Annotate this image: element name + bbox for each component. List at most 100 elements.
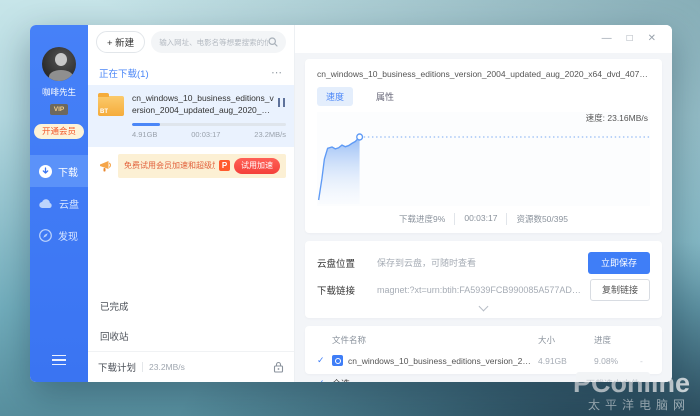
tab-properties[interactable]: 属性 (367, 87, 403, 106)
file-table-footer: ✓ 全选 下载选中文件 (317, 369, 650, 382)
download-progress-bar (132, 123, 286, 126)
magnet-link-value: magnet:?xt=urn:btih:FA5939FCB990085A577A… (377, 285, 582, 295)
sidebar-item-cloud-drive[interactable]: 云盘 (30, 187, 88, 219)
download-task-stats: 4.91GB 00:03:17 23.2MB/s (132, 130, 286, 139)
file-list-card: 文件名称 大小 进度 ✓ cn_windows_10_business_edit… (305, 326, 662, 374)
try-acceleration-button[interactable]: 试用加速 (234, 158, 280, 174)
download-link-label: 下载链接 (317, 283, 369, 297)
file-name-text: cn_windows_10_business_editions_version_… (348, 356, 532, 366)
speed-card: cn_windows_10_business_editions_version_… (305, 59, 662, 233)
disc-file-icon (332, 355, 343, 366)
more-options-icon[interactable]: ⋯ (271, 70, 283, 76)
minimize-button[interactable]: — (602, 33, 612, 45)
app-window: 咖啡先生 VIP 开通会员 下载 云盘 发现 (30, 25, 672, 382)
sidebar-item-discover[interactable]: 发现 (30, 219, 88, 251)
avatar-head-shape (55, 53, 67, 66)
download-task-name: cn_windows_10_business_editions_version_… (132, 93, 286, 117)
download-progress-fill (132, 123, 160, 126)
completed-section-item[interactable]: 已完成 (88, 291, 294, 321)
current-speed-label: 速度: 23.16MB/s (586, 112, 648, 124)
list-topbar: + 新建 (88, 25, 294, 59)
download-task-info: cn_windows_10_business_editions_version_… (132, 93, 286, 139)
sidebar-item-download[interactable]: 下载 (30, 155, 88, 187)
promo-text: 免费试用会员加速和超级加速 (124, 160, 215, 171)
downloading-section-title: 正在下载(1) (99, 66, 149, 80)
new-task-button[interactable]: + 新建 (96, 31, 145, 53)
bt-folder-icon: BT (98, 96, 124, 116)
download-link-row: 下载链接 magnet:?xt=urn:btih:FA5939FCB990085… (317, 276, 650, 303)
promo-p-logo-icon: P (219, 160, 230, 171)
close-button[interactable]: ✕ (648, 33, 656, 45)
desktop-background: PConline 太平洋电脑网 咖啡先生 VIP 开通会员 下载 (0, 0, 700, 416)
sidebar-item-label: 云盘 (59, 196, 79, 211)
recycle-bin-section-item[interactable]: 回收站 (88, 321, 294, 351)
header-progress: 进度 (594, 334, 640, 346)
window-controls: — □ ✕ (602, 33, 656, 45)
avatar-shoulders-shape (49, 70, 73, 81)
bt-badge: BT (100, 109, 108, 115)
hamburger-menu-icon[interactable] (52, 352, 66, 369)
file-name-cell: cn_windows_10_business_editions_version_… (332, 355, 538, 366)
expand-chevron-icon[interactable] (479, 302, 489, 312)
lock-icon[interactable] (273, 361, 284, 373)
speed-chart (317, 126, 650, 204)
select-all-label[interactable]: 全选 (332, 377, 350, 382)
sidebar-menu: 下载 云盘 发现 (30, 155, 88, 251)
cloud-location-label: 云盘位置 (317, 256, 369, 270)
cloud-icon (39, 198, 53, 209)
file-size-cell: 4.91GB (538, 356, 594, 366)
global-speed: 23.2MB/s (142, 362, 185, 372)
folder-tab-shape (98, 93, 109, 97)
promo-row: 免费试用会员加速和超级加速 P 试用加速 (88, 147, 294, 185)
list-spacer (88, 185, 294, 291)
stat-time: 00:03:17 (454, 213, 506, 225)
open-membership-button[interactable]: 开通会员 (34, 124, 84, 139)
watermark-subtitle: 太平洋电脑网 (573, 399, 690, 411)
user-profile[interactable]: 咖啡先生 VIP 开通会员 (34, 47, 84, 139)
download-stats-row: 下载进度9% 00:03:17 资源数50/395 (317, 213, 650, 225)
stat-progress: 下载进度9% (390, 213, 454, 225)
file-table-row[interactable]: ✓ cn_windows_10_business_editions_versio… (317, 352, 650, 369)
speed-chart-area: 速度: 23.16MB/s (317, 112, 650, 206)
header-extra-spacer (640, 334, 650, 346)
detail-panel: — □ ✕ cn_windows_10_business_editions_ve… (295, 25, 672, 382)
sidebar-item-label: 发现 (58, 228, 78, 243)
search-input[interactable] (159, 38, 268, 47)
sidebar: 咖啡先生 VIP 开通会员 下载 云盘 发现 (30, 25, 88, 382)
username: 咖啡先生 (34, 86, 84, 98)
task-speed: 23.2MB/s (254, 130, 286, 139)
megaphone-icon (98, 158, 113, 173)
vip-badge: VIP (50, 104, 68, 115)
tab-speed[interactable]: 速度 (317, 87, 353, 106)
download-plan-label[interactable]: 下载计划 (98, 360, 136, 374)
search-icon[interactable] (268, 37, 278, 47)
task-size: 4.91GB (132, 130, 157, 139)
file-checkbox[interactable]: ✓ (317, 355, 332, 366)
downloading-section-header: 正在下载(1) ⋯ (88, 59, 294, 85)
sidebar-item-label: 下载 (58, 164, 78, 179)
avatar[interactable] (42, 47, 76, 81)
detail-tabs: 速度 属性 (317, 87, 650, 106)
file-table-header: 文件名称 大小 进度 (317, 334, 650, 352)
download-icon (39, 165, 52, 178)
header-file-name: 文件名称 (332, 334, 538, 346)
copy-link-button[interactable]: 复制链接 (590, 279, 650, 301)
search-box[interactable] (151, 31, 286, 53)
header-check-spacer (317, 334, 332, 346)
file-extra-cell: - (640, 356, 650, 366)
cloud-location-row: 云盘位置 保存到云盘，可随时查看 立即保存 (317, 249, 650, 276)
header-size: 大小 (538, 334, 594, 346)
download-list-panel: + 新建 正在下载(1) ⋯ BT cn_windows_10_business… (88, 25, 295, 382)
cloud-location-desc: 保存到云盘，可随时查看 (377, 256, 580, 269)
pause-button[interactable] (278, 98, 286, 107)
select-all-checkbox[interactable]: ✓ (317, 378, 332, 382)
download-task-item[interactable]: BT cn_windows_10_business_editions_versi… (88, 85, 294, 147)
download-selected-button[interactable]: 下载选中文件 (576, 372, 650, 382)
detail-filename: cn_windows_10_business_editions_version_… (317, 69, 650, 79)
trial-promo-banner[interactable]: 免费试用会员加速和超级加速 P 试用加速 (118, 154, 286, 178)
save-now-button[interactable]: 立即保存 (588, 252, 650, 274)
maximize-button[interactable]: □ (627, 33, 633, 45)
file-progress-cell: 9.08% (594, 356, 640, 366)
stat-resources: 资源数50/395 (506, 213, 577, 225)
compass-icon (39, 229, 52, 242)
